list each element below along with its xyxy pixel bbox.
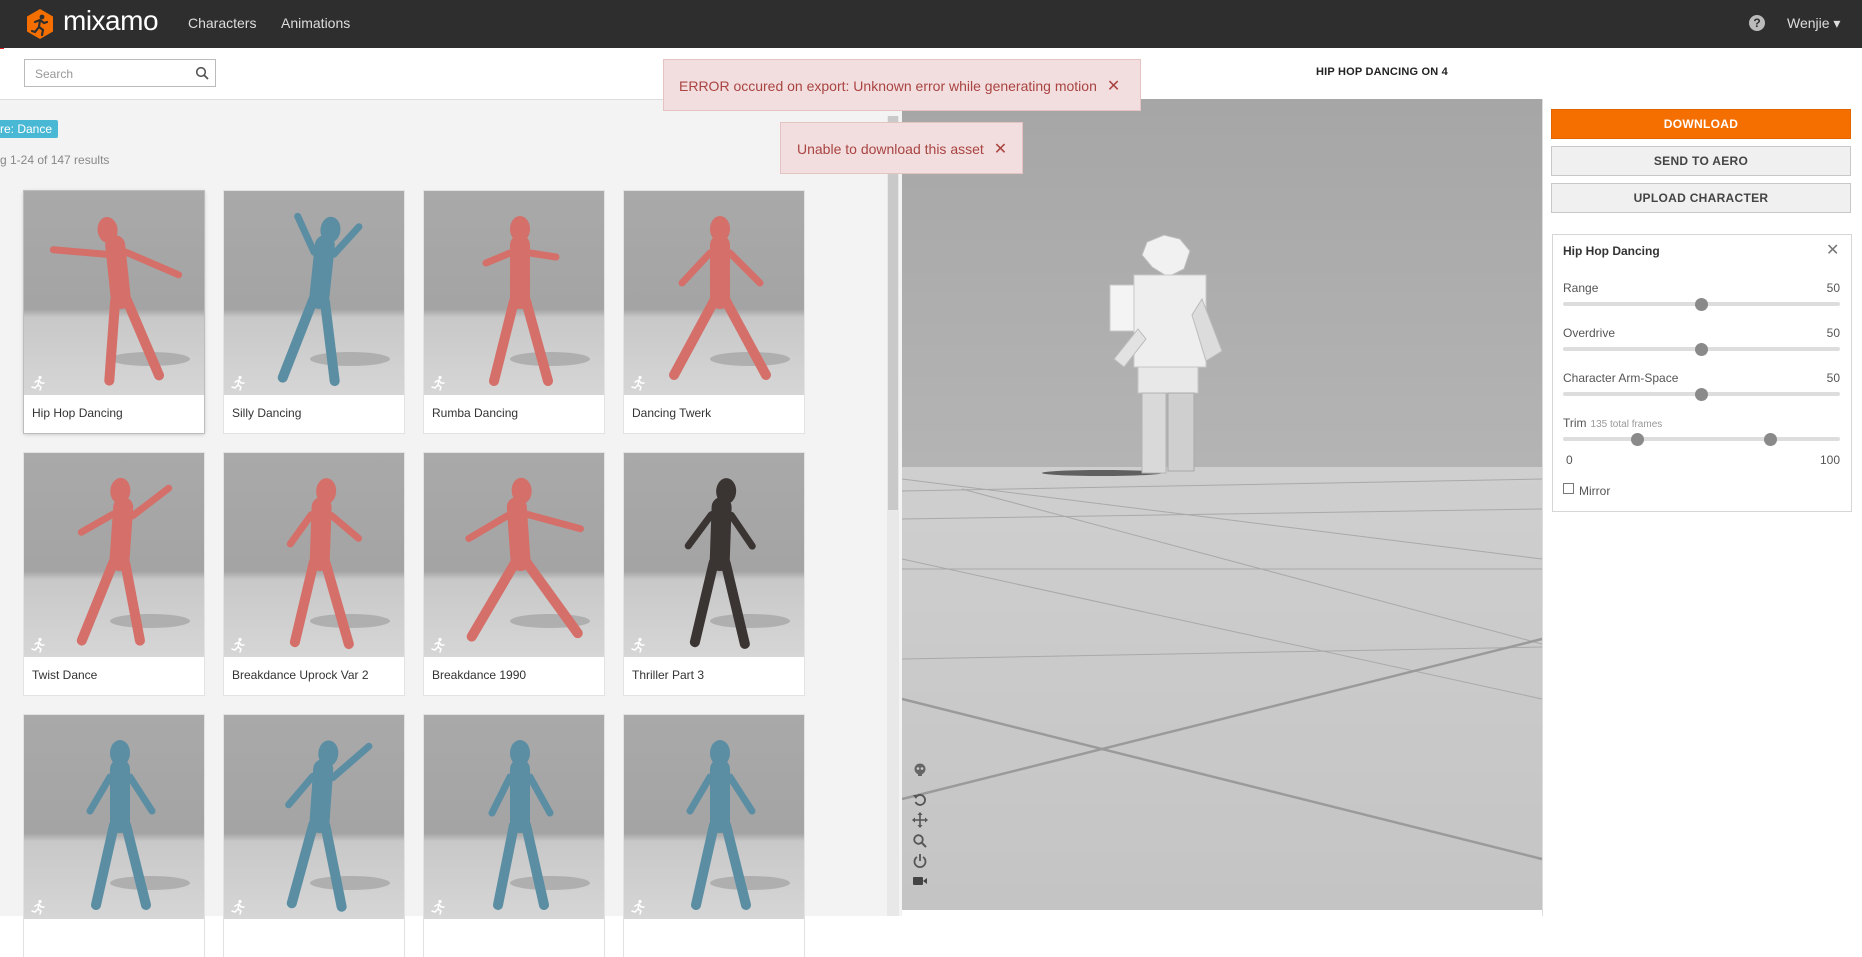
running-man-icon xyxy=(31,375,45,391)
trim-label-text: Trim xyxy=(1563,416,1587,430)
error-toast-download: Unable to download this asset ✕ xyxy=(780,122,1023,174)
animation-card[interactable]: Breakdance Uprock Var 2 xyxy=(224,453,404,695)
error-toast-export: ERROR occured on export: Unknown error w… xyxy=(663,59,1141,111)
zoom-icon[interactable] xyxy=(912,833,928,849)
running-man-icon xyxy=(31,899,45,915)
arm-space-label: Character Arm-Space xyxy=(1563,371,1679,385)
animation-thumbnail[interactable] xyxy=(424,453,604,657)
running-man-icon xyxy=(231,375,245,391)
animation-thumbnail[interactable] xyxy=(24,453,204,657)
mirror-checkbox[interactable] xyxy=(1563,483,1574,494)
nav-animations[interactable]: Animations xyxy=(281,15,350,31)
animation-card[interactable]: Silly Dancing xyxy=(224,191,404,433)
help-icon[interactable]: ? xyxy=(1749,15,1765,31)
trim-frame-count: 135 total frames xyxy=(1590,419,1663,430)
animation-card-label[interactable]: Breakdance Uprock Var 2 xyxy=(232,668,369,682)
running-man-icon xyxy=(431,899,445,915)
close-icon[interactable]: ✕ xyxy=(1826,240,1839,260)
power-icon[interactable] xyxy=(912,853,928,869)
animation-thumbnail[interactable] xyxy=(424,191,604,395)
animation-card[interactable]: Rumba Dancing xyxy=(424,191,604,433)
search-icon[interactable] xyxy=(195,66,209,80)
3d-viewport[interactable] xyxy=(902,99,1542,910)
animation-thumbnail[interactable] xyxy=(624,191,804,395)
range-value: 50 xyxy=(1826,281,1840,295)
animation-card[interactable]: Twist Dance xyxy=(24,453,204,695)
download-button[interactable]: DOWNLOAD xyxy=(1551,109,1851,139)
range-label: Range xyxy=(1563,281,1599,295)
animation-card-label[interactable]: Twist Dance xyxy=(32,668,97,682)
trim-min: 0 xyxy=(1566,453,1573,467)
top-nav xyxy=(0,0,1862,48)
animation-thumbnail[interactable] xyxy=(224,453,404,657)
close-icon[interactable]: ✕ xyxy=(994,141,1007,158)
animation-card[interactable] xyxy=(224,715,404,957)
settings-title: Hip Hop Dancing xyxy=(1563,244,1660,258)
animation-card-label[interactable]: Dancing Twerk xyxy=(632,406,711,420)
animation-card-label[interactable]: Thriller Part 3 xyxy=(632,668,704,682)
animation-thumbnail[interactable] xyxy=(424,715,604,919)
running-man-icon xyxy=(231,899,245,915)
brand-name[interactable]: mixamo xyxy=(63,5,159,37)
upload-character-button[interactable]: UPLOAD CHARACTER xyxy=(1551,183,1851,213)
animation-card[interactable]: Dancing Twerk xyxy=(624,191,804,433)
trim-max: 100 xyxy=(1819,453,1840,467)
overdrive-label: Overdrive xyxy=(1563,326,1616,340)
send-to-aero-button[interactable]: SEND TO AERO xyxy=(1551,146,1851,176)
toast-message: ERROR occured on export: Unknown error w… xyxy=(679,78,1097,94)
filter-tag[interactable]: re: Dance xyxy=(0,120,59,138)
running-man-icon xyxy=(631,899,645,915)
reset-view-icon[interactable] xyxy=(912,792,928,808)
search-field[interactable] xyxy=(24,59,216,87)
arm-space-value: 50 xyxy=(1826,371,1840,385)
running-man-icon xyxy=(31,637,45,653)
overdrive-value: 50 xyxy=(1826,326,1840,340)
animation-card-label[interactable]: Rumba Dancing xyxy=(432,406,518,420)
mirror-label[interactable]: Mirror xyxy=(1579,484,1610,498)
animation-card[interactable] xyxy=(24,715,204,957)
animation-thumbnail[interactable] xyxy=(624,453,804,657)
search-input[interactable] xyxy=(33,64,187,84)
animation-thumbnail[interactable] xyxy=(224,191,404,395)
mixamo-logo-icon[interactable] xyxy=(24,8,56,40)
camera-icon[interactable] xyxy=(912,873,928,889)
animation-card-label[interactable]: Breakdance 1990 xyxy=(432,668,526,682)
running-man-icon xyxy=(631,375,645,391)
running-man-icon xyxy=(231,637,245,653)
animation-card[interactable] xyxy=(424,715,604,957)
overdrive-slider-handle[interactable] xyxy=(1695,343,1708,356)
animation-thumbnail[interactable] xyxy=(224,715,404,919)
nav-characters[interactable]: Characters xyxy=(188,15,256,31)
skeleton-icon[interactable] xyxy=(912,762,928,778)
results-count: g 1-24 of 147 results xyxy=(0,153,110,167)
scrollbar-thumb[interactable] xyxy=(888,116,898,510)
running-man-icon xyxy=(431,637,445,653)
animation-card[interactable]: Thriller Part 3 xyxy=(624,453,804,695)
animation-card[interactable] xyxy=(624,715,804,957)
close-icon[interactable]: ✕ xyxy=(1107,78,1120,95)
animation-thumbnail[interactable] xyxy=(24,191,204,395)
animation-card[interactable]: Hip Hop Dancing xyxy=(24,191,204,433)
running-man-icon xyxy=(631,637,645,653)
running-man-icon xyxy=(431,375,445,391)
pan-icon[interactable] xyxy=(912,812,928,828)
arm-space-slider-handle[interactable] xyxy=(1695,388,1708,401)
animation-card[interactable]: Breakdance 1990 xyxy=(424,453,604,695)
user-menu[interactable]: Wenjie ▾ xyxy=(1787,15,1840,32)
trim-label: Trim 135 total frames xyxy=(1563,416,1662,430)
animation-thumbnail[interactable] xyxy=(24,715,204,919)
animation-card-label[interactable]: Silly Dancing xyxy=(232,406,301,420)
animation-card-label[interactable]: Hip Hop Dancing xyxy=(32,406,123,420)
range-slider-handle[interactable] xyxy=(1695,298,1708,311)
trim-slider[interactable] xyxy=(1563,437,1840,441)
toast-message: Unable to download this asset xyxy=(797,141,984,157)
animation-thumbnail[interactable] xyxy=(624,715,804,919)
